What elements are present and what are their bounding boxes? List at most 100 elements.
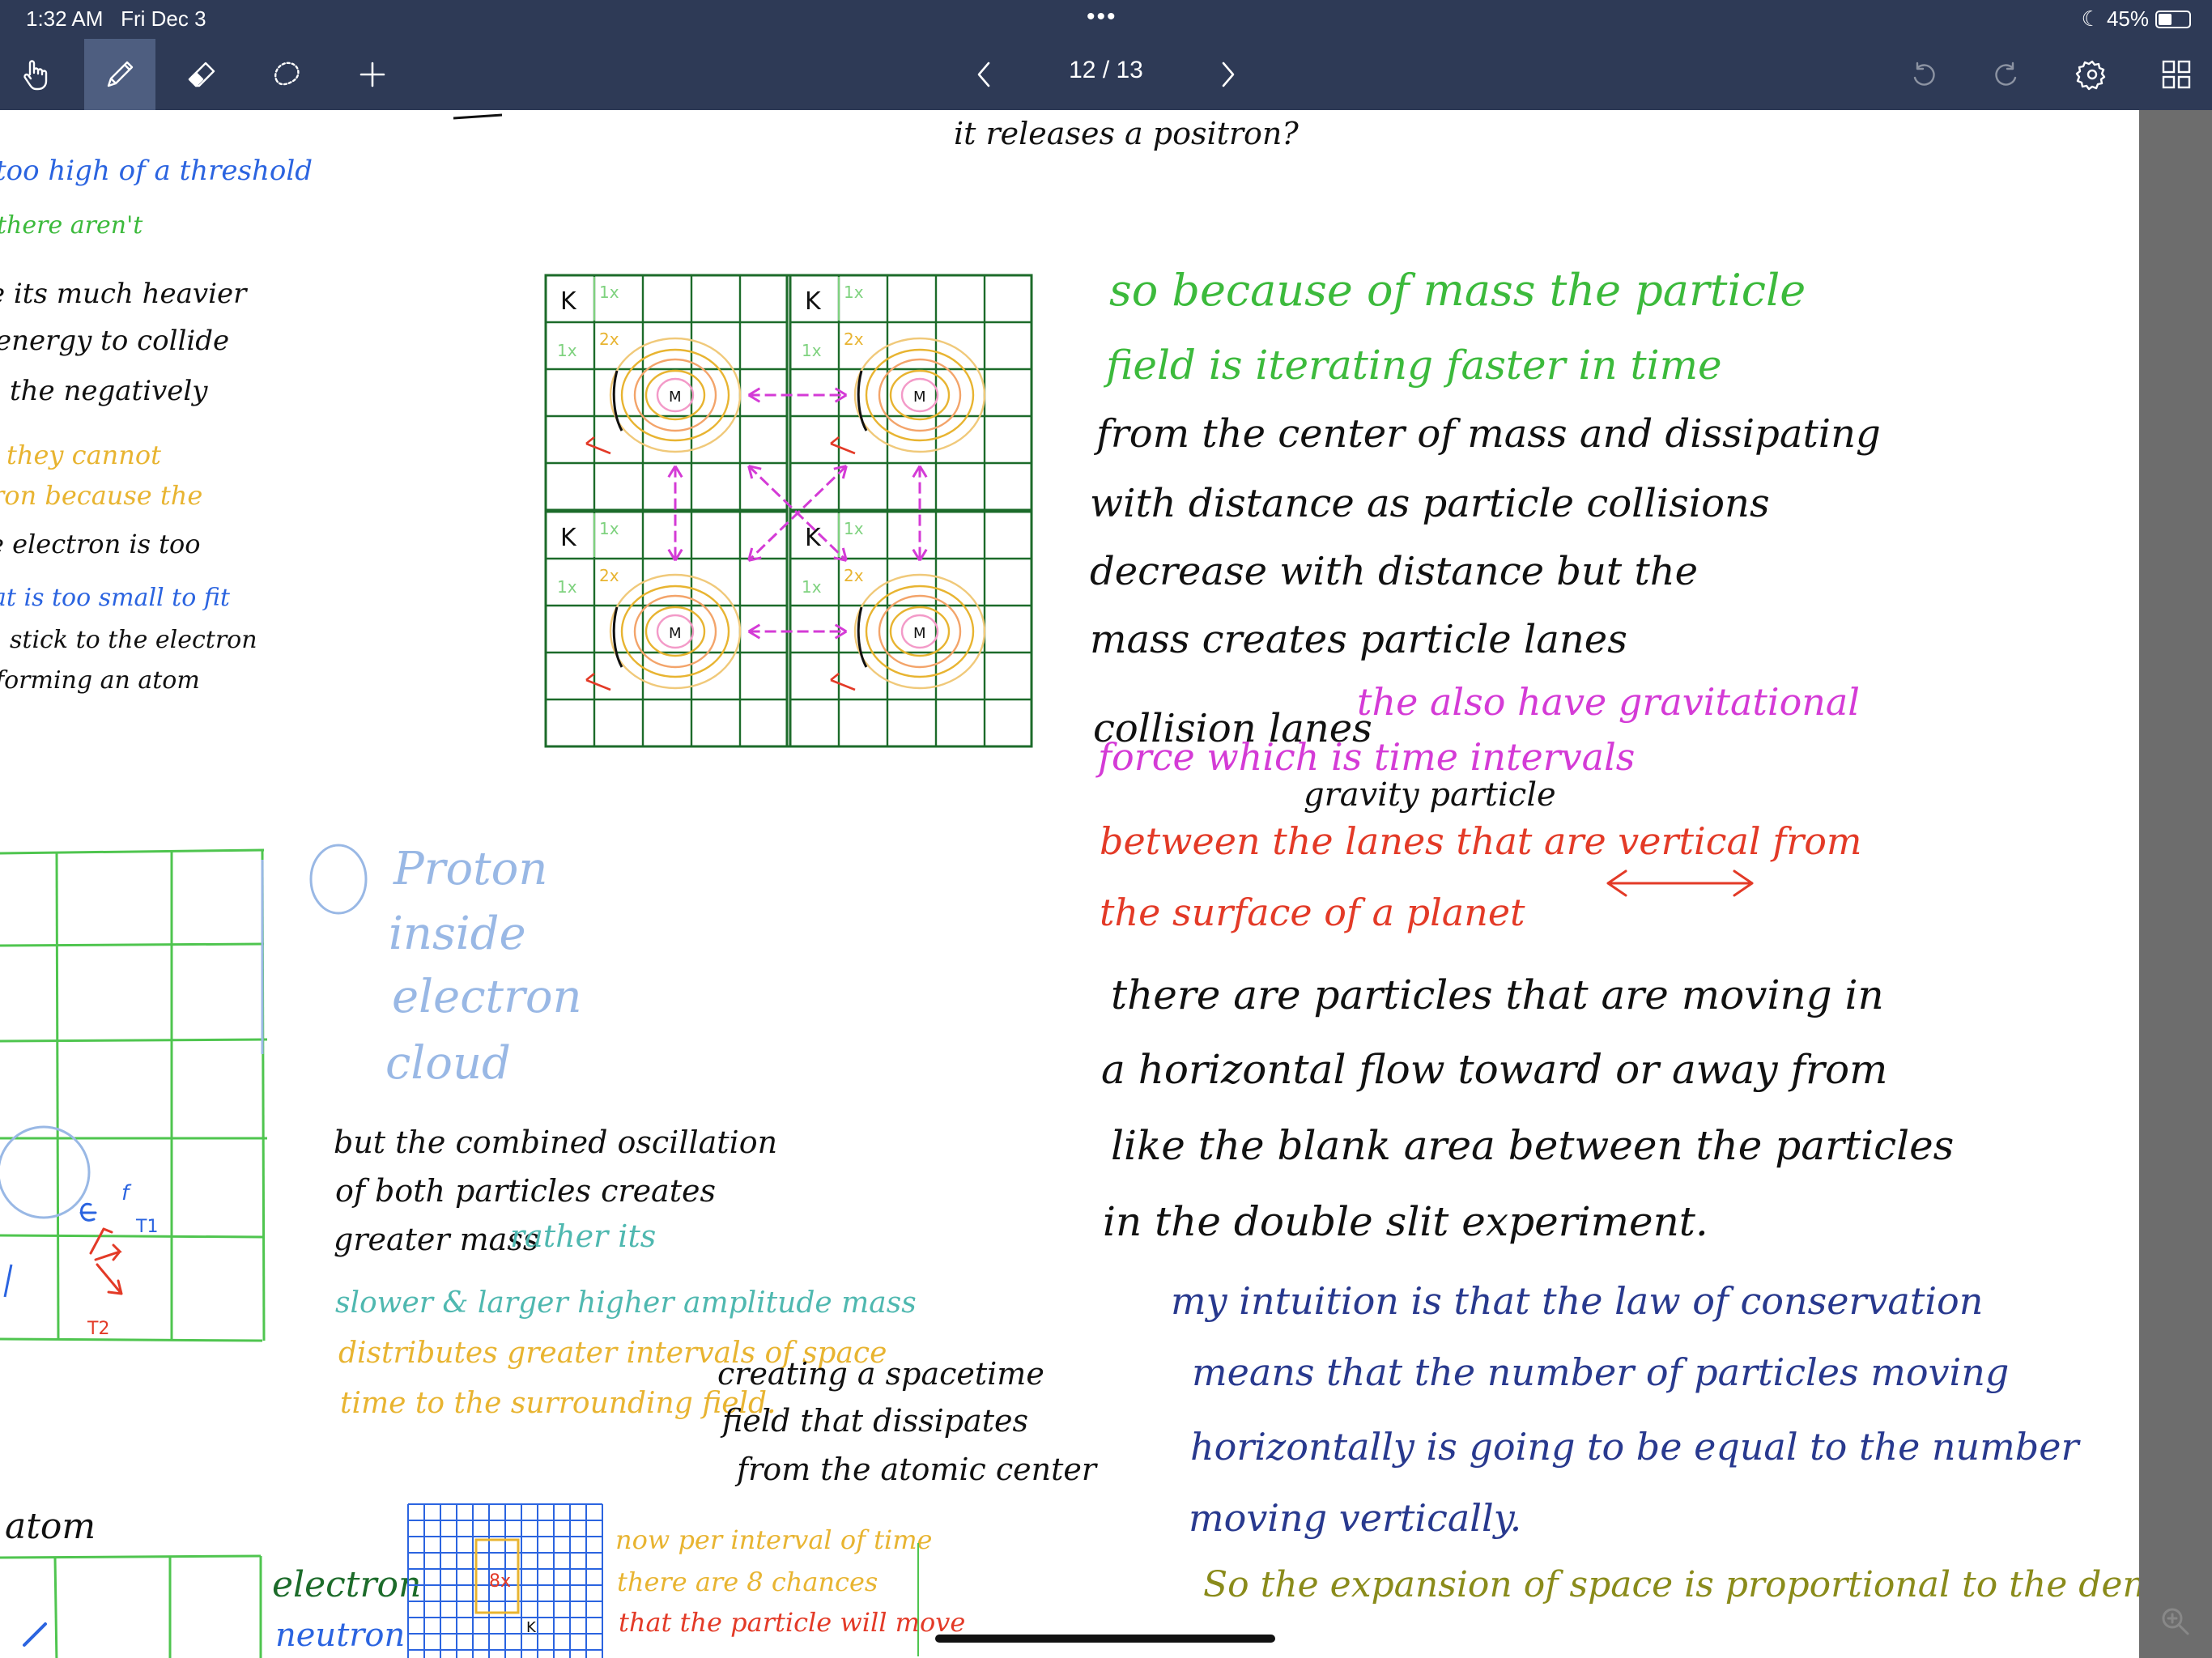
settings-button[interactable] (2057, 39, 2128, 110)
field-stroke (857, 370, 868, 432)
atom-label: atom (5, 1506, 96, 1547)
oscillation-note-1: but the combined oscillation (334, 1124, 778, 1160)
multitask-dots[interactable]: ••• (1087, 3, 1117, 31)
field-stroke (612, 606, 623, 668)
one-x-label: 1x (802, 341, 822, 360)
intuition-note-4: moving vertically. (1189, 1496, 1522, 1540)
spacetime-note-1: creating a spacetime (717, 1356, 1044, 1392)
note-canvas[interactable]: it releases a positron? too high of a th… (0, 110, 2139, 1658)
two-x-label: 2x (599, 329, 619, 349)
zoom-icon[interactable] (2159, 1605, 2191, 1637)
mass-note-line-2: field is iterating faster in time (1106, 342, 1722, 389)
page-grid-button[interactable] (2141, 39, 2212, 110)
interval-grid: 8x K (407, 1503, 603, 1658)
gravity-note-1: the also have gravitational (1357, 680, 1861, 724)
inside-label: inside (389, 908, 526, 960)
m-label: M (669, 625, 682, 642)
left-note-10: stick to the electron (10, 626, 257, 654)
proton-label: Proton (393, 843, 548, 895)
k-label: K (560, 524, 577, 552)
undo-button[interactable] (1888, 39, 1959, 110)
one-x-label: 1x (557, 341, 577, 360)
intuition-note-1: my intuition is that the law of conserva… (1171, 1279, 1984, 1323)
next-page-button[interactable] (1192, 39, 1263, 110)
interval-note-3: that the particle will move (619, 1607, 966, 1638)
red-arrow (830, 436, 856, 455)
m-label: M (913, 389, 926, 406)
flow-note-3: like the blank area between the particle… (1111, 1122, 1955, 1169)
gear-icon (2075, 60, 2106, 91)
stroke-fragment (453, 113, 503, 120)
gravity-note-2: force which is time intervals (1098, 735, 1636, 779)
oscillation-note-2: of both particles creates (335, 1173, 716, 1209)
oscillation-note-7: time to the surrounding field. (340, 1387, 776, 1420)
atom-grid (0, 1554, 262, 1658)
electron-word: electron (272, 1564, 422, 1605)
mass-note-line-1: so because of mass the particle (1109, 265, 1806, 316)
neutron-word: neutron (275, 1617, 406, 1654)
gravity-note-3: between the lanes that are vertical from (1100, 819, 1862, 863)
positron-note: it releases a positron? (954, 116, 1299, 151)
k-label: K (805, 287, 822, 316)
field-stroke (857, 606, 868, 668)
redo-button[interactable] (1971, 39, 2042, 110)
status-right: ☾ 45% (2082, 6, 2191, 32)
left-note-4: energy to collide (0, 325, 230, 357)
mass-note-line-5: decrease with distance but the (1090, 549, 1699, 594)
proton-circle (309, 844, 368, 915)
flow-note-1: there are particles that are moving in (1111, 971, 1884, 1018)
grid-icon (2162, 60, 2191, 89)
hand-tool-button[interactable] (0, 39, 71, 110)
left-note-6: they cannot (6, 440, 161, 470)
redo-icon (1995, 62, 2017, 86)
cloud-label: cloud (385, 1037, 511, 1090)
grid-block (789, 274, 1033, 512)
flow-note-4: in the double slit experiment. (1103, 1198, 1708, 1245)
eraser-icon (188, 62, 215, 87)
field-stroke (612, 370, 623, 432)
one-x-label: 1x (557, 577, 577, 597)
undo-icon (1913, 62, 1935, 86)
scroll-strip[interactable] (2139, 110, 2212, 1658)
battery-percent: 45% (2106, 6, 2149, 31)
k-small-label: K (526, 1619, 537, 1636)
one-x-label: 1x (844, 519, 864, 538)
k-label: K (560, 287, 577, 316)
pen-tool-button[interactable] (84, 39, 155, 110)
two-x-label: 2x (844, 566, 864, 585)
intuition-note-3: horizontally is going to be equal to the… (1190, 1425, 2079, 1469)
t2-label: T2 (87, 1319, 109, 1339)
left-note-2: there aren't (0, 211, 143, 240)
toolbar: 12 / 13 (0, 39, 2212, 110)
gravity-note-4: the surface of a planet (1100, 891, 1525, 934)
page-indicator: 12 / 13 (1069, 57, 1143, 83)
two-x-label: 2x (844, 329, 864, 349)
spacetime-note-2: field that dissipates (722, 1403, 1029, 1439)
grid-block (789, 510, 1033, 748)
left-note-5: the negatively (10, 375, 208, 407)
red-arrow (585, 436, 611, 455)
eight-x-label: 8x (489, 1571, 511, 1592)
lasso-icon (274, 62, 300, 86)
hand-icon (23, 60, 48, 91)
one-x-label: 1x (599, 283, 619, 302)
eraser-tool-button[interactable] (167, 39, 238, 110)
prev-page-button[interactable] (949, 39, 1020, 110)
home-indicator[interactable] (935, 1635, 1275, 1643)
lasso-tool-button[interactable] (251, 39, 322, 110)
mass-note-line-4: with distance as particle collisions (1090, 481, 1770, 526)
oscillation-note-5: slower & larger higher amplitude mass (335, 1286, 917, 1320)
m-label: M (913, 625, 926, 642)
m-label: M (669, 389, 682, 406)
one-x-label: 1x (802, 577, 822, 597)
gravity-particle-label: gravity particle (1304, 776, 1556, 814)
one-x-label: 1x (599, 519, 619, 538)
mass-note-line-3: from the center of mass and dissipating (1096, 411, 1881, 457)
mass-note-line-6: mass creates particle lanes (1090, 617, 1627, 662)
k-label: K (805, 524, 822, 552)
left-note-11: forming an atom (0, 666, 200, 695)
add-button[interactable] (337, 39, 408, 110)
expansion-note: So the expansion of space is proportiona… (1203, 1564, 2139, 1605)
plus-icon (359, 62, 385, 87)
red-arrow (585, 672, 611, 691)
